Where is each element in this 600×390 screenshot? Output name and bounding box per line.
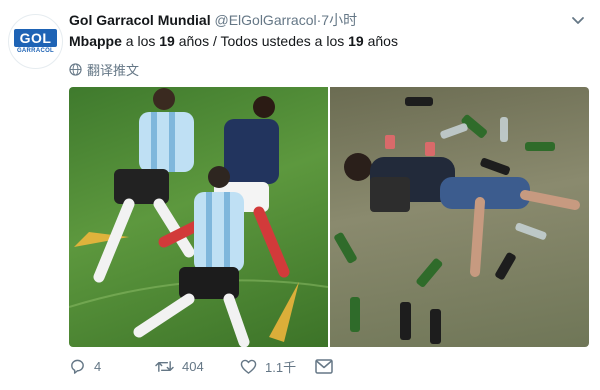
tweet-text-bold-age: 19 bbox=[348, 33, 364, 49]
retweet-button[interactable]: 404 bbox=[155, 358, 240, 375]
football-match-photo[interactable] bbox=[69, 87, 328, 347]
tweet-actions: 4 404 1.1千 bbox=[69, 357, 341, 376]
translate-tweet-link[interactable]: 翻译推文 bbox=[69, 60, 139, 79]
avatar-logo-subtext: GARRACOL bbox=[16, 48, 55, 54]
football-match-illustration bbox=[69, 88, 328, 347]
tweet-text: Mbappe a los 19 años / Todos ustedes a l… bbox=[69, 33, 398, 49]
like-count: 1.1千 bbox=[265, 360, 297, 375]
account-handle[interactable]: @ElGolGarracol bbox=[214, 12, 316, 28]
passed-out-person-with-bottles-photo[interactable] bbox=[330, 87, 589, 347]
tweet-text-segment: años bbox=[363, 33, 398, 49]
tweet-text-bold-name: Mbappe bbox=[69, 33, 122, 49]
globe-icon bbox=[69, 63, 82, 76]
tweet-timestamp[interactable]: 7小时 bbox=[321, 12, 357, 28]
account-name[interactable]: Gol Garracol Mundial bbox=[69, 12, 211, 28]
avatar[interactable]: GOL GARRACOL bbox=[8, 14, 63, 69]
tweet-text-segment: años / Todos ustedes a los bbox=[174, 33, 349, 49]
chevron-down-icon[interactable] bbox=[570, 12, 586, 28]
translate-label: 翻译推文 bbox=[87, 63, 140, 78]
bottles-illustration bbox=[334, 97, 580, 344]
mail-icon bbox=[315, 359, 333, 374]
heart-icon bbox=[240, 359, 257, 374]
reply-icon bbox=[71, 359, 84, 374]
retweet-count: 404 bbox=[182, 359, 204, 374]
tweet-header: Gol Garracol Mundial @ElGolGarracol·7小时 bbox=[69, 10, 570, 30]
tweet-media[interactable] bbox=[69, 87, 589, 347]
tweet-text-bold-age: 19 bbox=[159, 33, 175, 49]
reply-button[interactable]: 4 bbox=[69, 358, 155, 375]
reply-count: 4 bbox=[94, 359, 102, 374]
avatar-logo-text: GOL bbox=[13, 29, 58, 47]
direct-message-button[interactable] bbox=[315, 359, 341, 374]
like-button[interactable]: 1.1千 bbox=[240, 357, 315, 376]
retweet-icon bbox=[155, 361, 174, 372]
tweet-text-segment: a los bbox=[121, 33, 160, 49]
